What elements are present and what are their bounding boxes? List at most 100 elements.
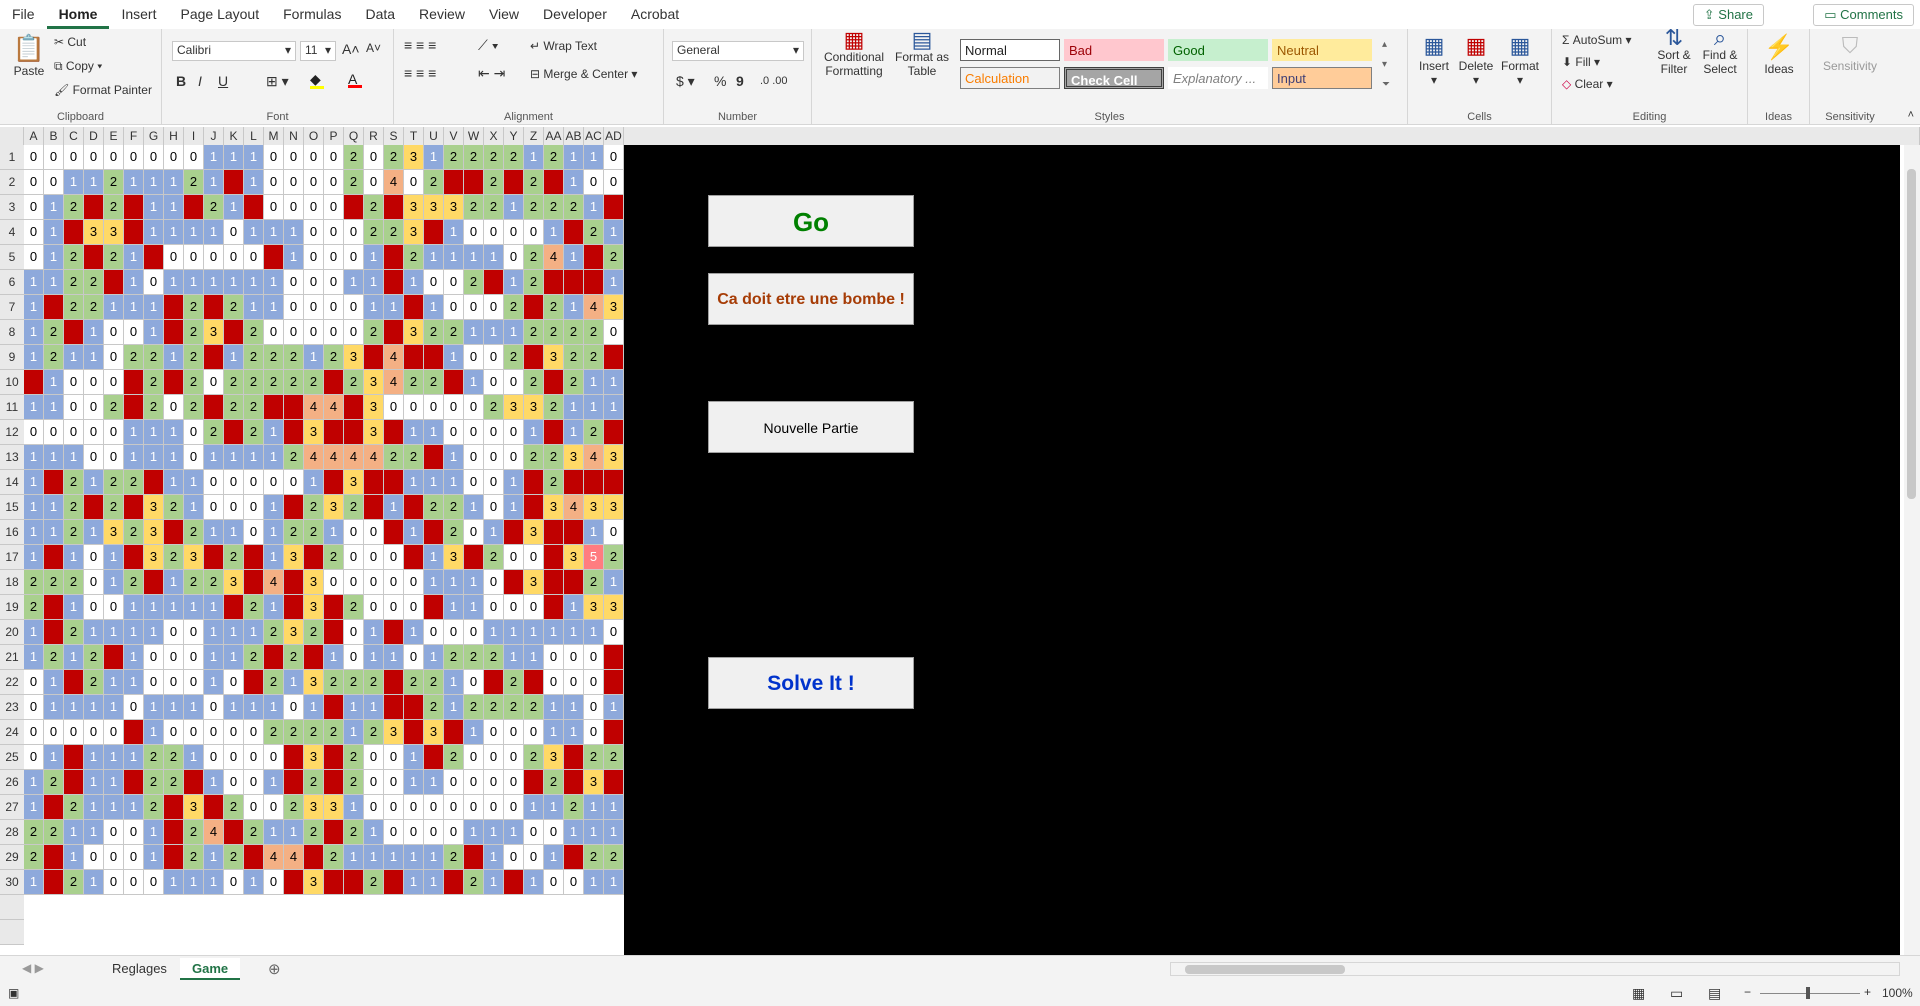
grid-cell[interactable]: 1 — [484, 520, 504, 545]
grid-cell[interactable]: 1 — [224, 345, 244, 370]
grid-cell[interactable]: 0 — [504, 370, 524, 395]
grid-cell[interactable]: 2 — [304, 520, 324, 545]
grid-cell[interactable]: 0 — [144, 145, 164, 170]
percent-button[interactable]: % — [714, 73, 726, 89]
grid-cell[interactable]: 1 — [264, 695, 284, 720]
column-header-d[interactable]: D — [84, 127, 104, 145]
grid-cell[interactable]: 2 — [304, 620, 324, 645]
grid-cell[interactable]: 2 — [204, 420, 224, 445]
grid-cell[interactable]: 2 — [244, 645, 264, 670]
grid-cell[interactable]: 0 — [264, 145, 284, 170]
grid-cell[interactable]: 1 — [544, 845, 564, 870]
grid-cell[interactable]: 2 — [544, 295, 564, 320]
grid-cell[interactable]: 2 — [584, 745, 604, 770]
grid-cell[interactable] — [424, 745, 444, 770]
grid-cell[interactable]: 2 — [504, 345, 524, 370]
grid-cell[interactable] — [604, 645, 624, 670]
grid-cell[interactable] — [384, 420, 404, 445]
grid-cell[interactable]: 0 — [344, 320, 364, 345]
horizontal-scroll-thumb[interactable] — [1185, 965, 1345, 974]
grid-cell[interactable] — [584, 270, 604, 295]
grid-cell[interactable] — [284, 570, 304, 595]
grid-cell[interactable]: 2 — [524, 745, 544, 770]
grid-cell[interactable]: 1 — [104, 745, 124, 770]
grid-cell[interactable]: 2 — [344, 170, 364, 195]
style-input[interactable]: Input — [1272, 67, 1372, 89]
grid-cell[interactable]: 0 — [104, 420, 124, 445]
cut-button[interactable]: ✂ Cut — [54, 35, 86, 49]
grid-cell[interactable]: 1 — [164, 345, 184, 370]
grid-cell[interactable]: 0 — [364, 145, 384, 170]
grid-cell[interactable]: 2 — [84, 295, 104, 320]
grid-cell[interactable]: 2 — [164, 770, 184, 795]
grid-cell[interactable]: 0 — [504, 545, 524, 570]
grid-cell[interactable]: 0 — [424, 270, 444, 295]
grid-cell[interactable]: 4 — [304, 445, 324, 470]
grid-cell[interactable]: 0 — [84, 370, 104, 395]
grid-cell[interactable]: 0 — [244, 770, 264, 795]
grid-cell[interactable]: 2 — [164, 495, 184, 520]
grid-cell[interactable]: 2 — [204, 570, 224, 595]
grid-cell[interactable]: 2 — [564, 195, 584, 220]
row-header-22[interactable]: 22 — [0, 670, 24, 695]
grid-cell[interactable]: 0 — [224, 720, 244, 745]
grid-cell[interactable]: 0 — [504, 745, 524, 770]
grid-cell[interactable]: 0 — [544, 645, 564, 670]
grid-cell[interactable]: 2 — [204, 195, 224, 220]
grid-cell[interactable]: 0 — [104, 820, 124, 845]
grid-cell[interactable]: 4 — [344, 445, 364, 470]
grid-cell[interactable]: 1 — [264, 445, 284, 470]
grid-cell[interactable]: 0 — [184, 720, 204, 745]
grid-cell[interactable] — [64, 220, 84, 245]
grid-cell[interactable]: 1 — [564, 295, 584, 320]
grid-cell[interactable] — [224, 170, 244, 195]
grid-cell[interactable]: 1 — [224, 520, 244, 545]
grid-cell[interactable] — [324, 620, 344, 645]
grid-cell[interactable]: 2 — [44, 320, 64, 345]
grid-cell[interactable] — [304, 545, 324, 570]
grid-cell[interactable]: 2 — [284, 520, 304, 545]
tab-review[interactable]: Review — [407, 0, 477, 29]
grid-cell[interactable]: 3 — [544, 345, 564, 370]
grid-cell[interactable]: 0 — [264, 795, 284, 820]
grid-cell[interactable]: 3 — [384, 720, 404, 745]
grid-cell[interactable]: 2 — [324, 720, 344, 745]
grid-cell[interactable]: 0 — [84, 420, 104, 445]
row-header-25[interactable]: 25 — [0, 745, 24, 770]
grid-cell[interactable]: 1 — [164, 470, 184, 495]
grid-cell[interactable]: 0 — [444, 795, 464, 820]
grid-cell[interactable]: 0 — [484, 495, 504, 520]
grid-cell[interactable]: 2 — [184, 570, 204, 595]
grid-cell[interactable]: 1 — [84, 820, 104, 845]
row-header-5[interactable]: 5 — [0, 245, 24, 270]
grid-cell[interactable]: 0 — [124, 145, 144, 170]
grid-cell[interactable]: 1 — [384, 495, 404, 520]
column-header-m[interactable]: M — [264, 127, 284, 145]
grid-cell[interactable]: 1 — [344, 845, 364, 870]
grid-cell[interactable]: 2 — [24, 845, 44, 870]
grid-cell[interactable]: 1 — [444, 570, 464, 595]
grid-cell[interactable]: 2 — [324, 670, 344, 695]
grid-cell[interactable]: 2 — [504, 670, 524, 695]
grid-cell[interactable]: 0 — [424, 820, 444, 845]
grid-cell[interactable]: 0 — [364, 595, 384, 620]
column-header-w[interactable]: W — [464, 127, 484, 145]
grid-cell[interactable] — [104, 645, 124, 670]
grid-cell[interactable] — [384, 670, 404, 695]
add-sheet-icon[interactable]: ⊕ — [268, 960, 281, 978]
grid-cell[interactable]: 0 — [504, 220, 524, 245]
grid-cell[interactable] — [524, 670, 544, 695]
grid-cell[interactable]: 1 — [244, 145, 264, 170]
grid-cell[interactable] — [224, 820, 244, 845]
grid-cell[interactable]: 1 — [24, 295, 44, 320]
grid-cell[interactable]: 1 — [124, 445, 144, 470]
grid-cell[interactable]: 2 — [524, 320, 544, 345]
grid-cell[interactable]: 4 — [324, 445, 344, 470]
grid-cell[interactable]: 1 — [604, 695, 624, 720]
grid-cell[interactable]: 3 — [404, 320, 424, 345]
grid-cell[interactable]: 1 — [64, 170, 84, 195]
grid-cell[interactable]: 2 — [144, 795, 164, 820]
column-header-q[interactable]: Q — [344, 127, 364, 145]
column-header-f[interactable]: F — [124, 127, 144, 145]
grid-cell[interactable]: 0 — [524, 545, 544, 570]
